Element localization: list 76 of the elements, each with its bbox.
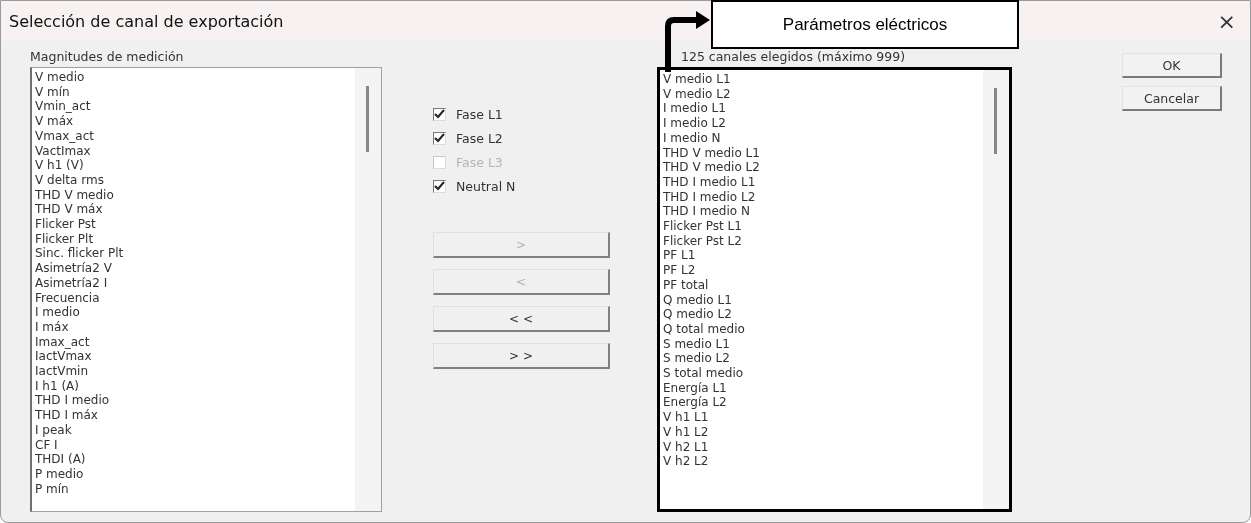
list-item[interactable]: Q medio L1 xyxy=(663,292,732,308)
list-item[interactable]: Asimetría2 V xyxy=(35,261,112,276)
checkbox[interactable] xyxy=(433,131,446,145)
list-item[interactable]: THD V medio xyxy=(35,187,114,203)
list-item[interactable]: I medio N xyxy=(663,130,721,146)
selected-channel-list[interactable] xyxy=(657,67,1012,512)
close-button[interactable]: × xyxy=(1217,8,1236,34)
list-item[interactable]: Flicker Pst L1 xyxy=(663,219,742,234)
list-label: Magnitudes de medición xyxy=(30,48,185,66)
checkbox-label: Fase L3 xyxy=(456,154,503,170)
list-item[interactable]: IactVmin xyxy=(35,364,89,379)
list-item[interactable]: CF I xyxy=(35,437,58,453)
checkbox-label: Neutral N xyxy=(456,178,516,194)
list-item[interactable]: I h1 (A) xyxy=(35,378,79,394)
list-item[interactable]: V medio L1 xyxy=(663,72,731,87)
list-item[interactable]: THD I máx xyxy=(35,408,98,423)
list-item[interactable]: V mín xyxy=(35,84,70,100)
list-item[interactable]: THD I medio xyxy=(35,393,110,409)
list-item[interactable]: I peak xyxy=(35,422,72,438)
list-item[interactable]: VactImax xyxy=(35,143,91,159)
list-item[interactable]: V medio L2 xyxy=(663,86,731,102)
move-button[interactable]: < < xyxy=(433,306,610,332)
list-item[interactable]: V h1 (V) xyxy=(35,158,84,173)
list-item[interactable]: Asimetría2 I xyxy=(35,275,108,291)
checkbox[interactable] xyxy=(433,107,446,121)
list-item[interactable]: THDI (A) xyxy=(35,452,86,467)
list-item[interactable]: S medio L2 xyxy=(663,351,730,367)
list-item[interactable]: Q total medio xyxy=(663,321,745,337)
list-item[interactable]: Flicker Pst xyxy=(35,217,96,232)
list-item[interactable]: IactVmax xyxy=(35,349,92,365)
list-item[interactable]: V h2 L2 xyxy=(663,454,709,469)
list-item[interactable]: I medio L2 xyxy=(663,116,726,131)
scrollbar[interactable] xyxy=(983,70,1009,509)
list-item[interactable]: THD V medio L1 xyxy=(663,145,760,161)
list-item[interactable]: V h1 L2 xyxy=(663,424,709,440)
list-item[interactable]: S total medio xyxy=(663,366,744,381)
scrollbar[interactable] xyxy=(355,68,381,511)
measurement-list[interactable] xyxy=(30,67,382,512)
callout-label: Parámetros eléctricos xyxy=(711,0,1019,49)
checkbox[interactable] xyxy=(433,179,446,193)
list-item[interactable]: I máx xyxy=(35,319,69,335)
channel-count-label: 125 canales elegidos (máximo 999) xyxy=(680,48,907,66)
list-item[interactable]: THD I medio L1 xyxy=(663,174,756,190)
list-item[interactable]: Energía L2 xyxy=(663,395,727,411)
list-item[interactable]: Energía L1 xyxy=(663,380,727,396)
list-item[interactable]: V máx xyxy=(35,114,74,129)
list-item[interactable]: S medio L1 xyxy=(663,336,730,352)
list-item[interactable]: Vmin_act xyxy=(35,99,91,115)
list-item[interactable]: V medio xyxy=(35,70,85,85)
list-item[interactable]: I medio L1 xyxy=(663,101,726,117)
list-item[interactable]: Q medio L2 xyxy=(663,307,732,322)
list-item[interactable]: THD V máx xyxy=(35,202,103,218)
list-item[interactable]: V delta rms xyxy=(35,172,104,188)
list-item[interactable]: Vmax_act xyxy=(35,128,94,144)
list-item[interactable]: Frecuencia xyxy=(35,290,100,306)
move-button[interactable]: > > xyxy=(433,343,610,369)
list-item[interactable]: V h2 L1 xyxy=(663,439,709,455)
list-item[interactable]: P medio xyxy=(35,467,84,482)
list-item[interactable]: PF total xyxy=(663,277,709,293)
list-item[interactable]: PF L2 xyxy=(663,263,696,278)
list-item[interactable]: Flicker Plt xyxy=(35,231,94,247)
window-title: Selección de canal de exportación xyxy=(9,11,284,31)
list-item[interactable]: Sinc. flicker Plt xyxy=(35,246,124,262)
list-item[interactable]: V h1 L1 xyxy=(663,410,709,425)
list-item[interactable]: PF L1 xyxy=(663,248,696,264)
checkbox-label: Fase L2 xyxy=(456,130,503,146)
checkbox-label: Fase L1 xyxy=(456,106,503,122)
cancel-button[interactable]: Cancelar xyxy=(1122,86,1222,111)
list-item[interactable]: Flicker Pst L2 xyxy=(663,233,742,249)
list-item[interactable]: P mín xyxy=(35,481,69,497)
list-item[interactable]: THD I medio N xyxy=(663,204,750,220)
list-item[interactable]: I medio xyxy=(35,305,80,320)
list-item[interactable]: Imax_act xyxy=(35,334,90,350)
ok-button[interactable]: OK xyxy=(1122,53,1222,78)
list-item[interactable]: THD I medio L2 xyxy=(663,189,756,205)
list-item[interactable]: THD V medio L2 xyxy=(663,160,760,175)
